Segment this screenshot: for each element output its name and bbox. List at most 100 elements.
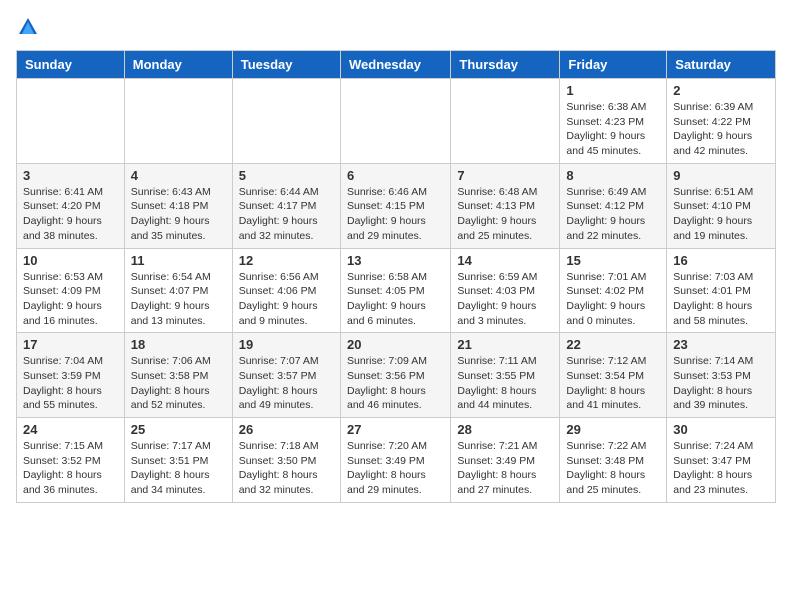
calendar-cell: 12 Sunrise: 6:56 AMSunset: 4:06 PMDayligh… xyxy=(232,248,340,333)
day-info: Sunrise: 7:11 AMSunset: 3:55 PMDaylight:… xyxy=(457,354,553,413)
calendar-cell: 4 Sunrise: 6:43 AMSunset: 4:18 PMDaylight… xyxy=(124,163,232,248)
weekday-header: Tuesday xyxy=(232,51,340,79)
day-number: 30 xyxy=(673,422,769,437)
calendar-cell xyxy=(451,79,560,164)
calendar-header-row: SundayMondayTuesdayWednesdayThursdayFrid… xyxy=(17,51,776,79)
day-info: Sunrise: 6:59 AMSunset: 4:03 PMDaylight:… xyxy=(457,270,553,329)
day-info: Sunrise: 6:41 AMSunset: 4:20 PMDaylight:… xyxy=(23,185,118,244)
weekday-header: Wednesday xyxy=(340,51,450,79)
day-number: 17 xyxy=(23,337,118,352)
day-number: 24 xyxy=(23,422,118,437)
day-number: 14 xyxy=(457,253,553,268)
calendar-cell xyxy=(17,79,125,164)
day-number: 25 xyxy=(131,422,226,437)
calendar-cell xyxy=(232,79,340,164)
calendar-cell: 21Sunrise: 7:11 AMSunset: 3:55 PMDayligh… xyxy=(451,333,560,418)
calendar-week-row: 1 Sunrise: 6:38 AMSunset: 4:23 PMDaylight… xyxy=(17,79,776,164)
day-info: Sunrise: 7:07 AMSunset: 3:57 PMDaylight:… xyxy=(239,354,334,413)
day-number: 11 xyxy=(131,253,226,268)
day-number: 3 xyxy=(23,168,118,183)
day-info: Sunrise: 7:17 AMSunset: 3:51 PMDaylight:… xyxy=(131,439,226,498)
calendar: SundayMondayTuesdayWednesdayThursdayFrid… xyxy=(16,50,776,503)
day-number: 29 xyxy=(566,422,660,437)
calendar-cell: 25 Sunrise: 7:17 AMSunset: 3:51 PMDayligh… xyxy=(124,418,232,503)
day-number: 26 xyxy=(239,422,334,437)
day-number: 15 xyxy=(566,253,660,268)
day-number: 13 xyxy=(347,253,444,268)
day-number: 4 xyxy=(131,168,226,183)
day-number: 27 xyxy=(347,422,444,437)
day-number: 20 xyxy=(347,337,444,352)
calendar-cell xyxy=(124,79,232,164)
day-info: Sunrise: 6:39 AMSunset: 4:22 PMDaylight:… xyxy=(673,100,769,159)
calendar-cell: 5 Sunrise: 6:44 AMSunset: 4:17 PMDaylight… xyxy=(232,163,340,248)
day-info: Sunrise: 6:58 AMSunset: 4:05 PMDaylight:… xyxy=(347,270,444,329)
day-info: Sunrise: 6:54 AMSunset: 4:07 PMDaylight:… xyxy=(131,270,226,329)
day-number: 16 xyxy=(673,253,769,268)
calendar-cell: 14 Sunrise: 6:59 AMSunset: 4:03 PMDayligh… xyxy=(451,248,560,333)
day-number: 8 xyxy=(566,168,660,183)
weekday-header: Sunday xyxy=(17,51,125,79)
weekday-header: Saturday xyxy=(667,51,776,79)
calendar-cell: 28Sunrise: 7:21 AMSunset: 3:49 PMDayligh… xyxy=(451,418,560,503)
day-info: Sunrise: 7:01 AMSunset: 4:02 PMDaylight:… xyxy=(566,270,660,329)
calendar-cell: 1 Sunrise: 6:38 AMSunset: 4:23 PMDaylight… xyxy=(560,79,667,164)
day-number: 1 xyxy=(566,83,660,98)
day-number: 5 xyxy=(239,168,334,183)
calendar-cell: 29 Sunrise: 7:22 AMSunset: 3:48 PMDayligh… xyxy=(560,418,667,503)
day-info: Sunrise: 7:06 AMSunset: 3:58 PMDaylight:… xyxy=(131,354,226,413)
day-number: 23 xyxy=(673,337,769,352)
day-info: Sunrise: 6:43 AMSunset: 4:18 PMDaylight:… xyxy=(131,185,226,244)
calendar-cell: 15 Sunrise: 7:01 AMSunset: 4:02 PMDayligh… xyxy=(560,248,667,333)
day-info: Sunrise: 7:14 AMSunset: 3:53 PMDaylight:… xyxy=(673,354,769,413)
day-number: 6 xyxy=(347,168,444,183)
weekday-header: Friday xyxy=(560,51,667,79)
day-number: 10 xyxy=(23,253,118,268)
weekday-header: Monday xyxy=(124,51,232,79)
calendar-cell: 30 Sunrise: 7:24 AMSunset: 3:47 PMDayligh… xyxy=(667,418,776,503)
calendar-cell: 13 Sunrise: 6:58 AMSunset: 4:05 PMDayligh… xyxy=(340,248,450,333)
day-number: 28 xyxy=(457,422,553,437)
day-info: Sunrise: 6:49 AMSunset: 4:12 PMDaylight:… xyxy=(566,185,660,244)
day-number: 22 xyxy=(566,337,660,352)
calendar-cell: 26Sunrise: 7:18 AMSunset: 3:50 PMDayligh… xyxy=(232,418,340,503)
calendar-cell: 16 Sunrise: 7:03 AMSunset: 4:01 PMDayligh… xyxy=(667,248,776,333)
day-info: Sunrise: 7:03 AMSunset: 4:01 PMDaylight:… xyxy=(673,270,769,329)
day-info: Sunrise: 6:48 AMSunset: 4:13 PMDaylight:… xyxy=(457,185,553,244)
calendar-cell: 20Sunrise: 7:09 AMSunset: 3:56 PMDayligh… xyxy=(340,333,450,418)
day-number: 7 xyxy=(457,168,553,183)
weekday-header: Thursday xyxy=(451,51,560,79)
day-number: 12 xyxy=(239,253,334,268)
calendar-cell: 3 Sunrise: 6:41 AMSunset: 4:20 PMDaylight… xyxy=(17,163,125,248)
calendar-cell: 27 Sunrise: 7:20 AMSunset: 3:49 PMDayligh… xyxy=(340,418,450,503)
calendar-week-row: 17 Sunrise: 7:04 AMSunset: 3:59 PMDayligh… xyxy=(17,333,776,418)
day-info: Sunrise: 7:24 AMSunset: 3:47 PMDaylight:… xyxy=(673,439,769,498)
day-info: Sunrise: 7:12 AMSunset: 3:54 PMDaylight:… xyxy=(566,354,660,413)
day-info: Sunrise: 6:56 AMSunset: 4:06 PMDaylight:… xyxy=(239,270,334,329)
logo-icon xyxy=(17,16,39,38)
calendar-cell: 9 Sunrise: 6:51 AMSunset: 4:10 PMDaylight… xyxy=(667,163,776,248)
calendar-cell: 10Sunrise: 6:53 AMSunset: 4:09 PMDayligh… xyxy=(17,248,125,333)
day-info: Sunrise: 7:04 AMSunset: 3:59 PMDaylight:… xyxy=(23,354,118,413)
day-info: Sunrise: 7:22 AMSunset: 3:48 PMDaylight:… xyxy=(566,439,660,498)
day-number: 19 xyxy=(239,337,334,352)
calendar-cell: 19 Sunrise: 7:07 AMSunset: 3:57 PMDayligh… xyxy=(232,333,340,418)
calendar-cell xyxy=(340,79,450,164)
header xyxy=(16,16,776,38)
day-info: Sunrise: 6:46 AMSunset: 4:15 PMDaylight:… xyxy=(347,185,444,244)
day-info: Sunrise: 6:51 AMSunset: 4:10 PMDaylight:… xyxy=(673,185,769,244)
day-info: Sunrise: 7:20 AMSunset: 3:49 PMDaylight:… xyxy=(347,439,444,498)
logo xyxy=(16,16,42,38)
day-info: Sunrise: 6:38 AMSunset: 4:23 PMDaylight:… xyxy=(566,100,660,159)
calendar-week-row: 24 Sunrise: 7:15 AMSunset: 3:52 PMDayligh… xyxy=(17,418,776,503)
day-info: Sunrise: 7:15 AMSunset: 3:52 PMDaylight:… xyxy=(23,439,118,498)
calendar-cell: 8 Sunrise: 6:49 AMSunset: 4:12 PMDaylight… xyxy=(560,163,667,248)
calendar-week-row: 10Sunrise: 6:53 AMSunset: 4:09 PMDayligh… xyxy=(17,248,776,333)
calendar-cell: 18Sunrise: 7:06 AMSunset: 3:58 PMDayligh… xyxy=(124,333,232,418)
calendar-week-row: 3 Sunrise: 6:41 AMSunset: 4:20 PMDaylight… xyxy=(17,163,776,248)
day-info: Sunrise: 6:44 AMSunset: 4:17 PMDaylight:… xyxy=(239,185,334,244)
calendar-cell: 2Sunrise: 6:39 AMSunset: 4:22 PMDaylight… xyxy=(667,79,776,164)
day-number: 9 xyxy=(673,168,769,183)
calendar-cell: 23 Sunrise: 7:14 AMSunset: 3:53 PMDayligh… xyxy=(667,333,776,418)
calendar-cell: 17 Sunrise: 7:04 AMSunset: 3:59 PMDayligh… xyxy=(17,333,125,418)
